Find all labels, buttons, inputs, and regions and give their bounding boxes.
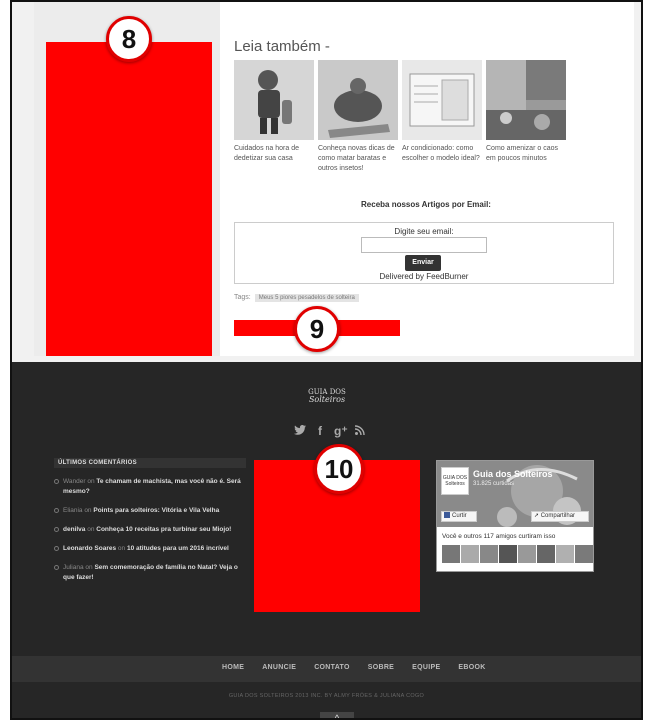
logo-line2: Solteiros (308, 395, 346, 404)
comment-sep: on (116, 545, 127, 552)
nav-contato[interactable]: CONTATO (314, 664, 350, 671)
comment-item: denilva on Conheça 10 receitas pra turbi… (54, 525, 246, 535)
rss-icon[interactable] (354, 424, 366, 438)
comment-author: denilva (63, 526, 86, 533)
friend-avatar[interactable] (442, 545, 460, 563)
comment-author: Eliania (63, 507, 83, 514)
marker-9: 9 (294, 306, 340, 352)
comment-bullet-icon (54, 565, 59, 570)
comment-author: Juliana (63, 564, 84, 571)
email-field[interactable] (361, 237, 487, 253)
related-caption[interactable]: Conheça novas dicas de como matar barata… (318, 144, 398, 174)
related-item[interactable]: Ar condicionado: como escolher o modelo … (402, 60, 482, 164)
related-thumb-air-conditioner[interactable] (402, 60, 482, 140)
like-label: Curtir (452, 513, 467, 519)
subscribe-title: Receba nossos Artigos por Email: (361, 200, 491, 209)
related-item[interactable]: Cuidados na hora de dedetizar sua casa (234, 60, 314, 164)
feedburner-link[interactable]: FeedBurner (426, 272, 468, 281)
footer-credits: GUIA DOS SOLTEIROS 2013 INC. BY ALMY FRÓ… (228, 693, 425, 699)
tag-chip[interactable]: Meus 5 piores pesadelos de solteira (254, 294, 359, 302)
related-thumb-exterminator[interactable] (234, 60, 314, 140)
comment-item: Eliania on Points para solteiros: Vitóri… (54, 506, 246, 516)
comment-bullet-icon (54, 508, 59, 513)
comment-sep: on (85, 478, 97, 485)
comment-bullet-icon (54, 527, 59, 532)
facebook-friend-avatars (442, 545, 593, 563)
comment-item: Leonardo Soares on 10 atitudes para um 2… (54, 544, 246, 554)
page-frame: 8 Leia também - Cuidados na hora de dede… (10, 0, 643, 720)
friend-avatar[interactable] (461, 545, 479, 563)
social-links: f g⁺ (294, 424, 366, 438)
comment-author: Leonardo Soares (63, 545, 117, 552)
twitter-icon[interactable] (294, 424, 306, 438)
comment-sep: on (83, 564, 95, 571)
footer-nav: HOME ANUNCIE CONTATO SOBRE EQUIPE EBOOK (12, 656, 641, 682)
nav-ebook[interactable]: EBOOK (458, 664, 485, 671)
email-label: Digite seu email: (394, 227, 454, 236)
recent-comments: ÚLTIMOS COMENTÁRIOS Wander on Te chamam … (54, 458, 246, 583)
facebook-friends-text: Você e outros 117 amigos curtiram isso (442, 533, 556, 540)
nav-equipe[interactable]: EQUIPE (412, 664, 440, 671)
site-footer: GUIA DOS Solteiros f g⁺ ÚLTIMOS COMENTÁR… (12, 362, 641, 718)
back-to-top-button[interactable]: ^ (320, 712, 354, 718)
friend-avatar[interactable] (575, 545, 593, 563)
facebook-widget: GUIA DOS Solteiros Guia dos Solteiros 31… (436, 460, 594, 572)
nav-home[interactable]: HOME (222, 664, 244, 671)
share-label: Compartilhar (540, 513, 576, 519)
related-thumb-cockroach[interactable] (318, 60, 398, 140)
facebook-icon[interactable]: f (314, 424, 326, 438)
related-thumb-messy-room[interactable] (486, 60, 566, 140)
nav-anuncie[interactable]: ANUNCIE (262, 664, 296, 671)
related-caption[interactable]: Ar condicionado: como escolher o modelo … (402, 144, 482, 164)
facebook-share-button[interactable]: ➚ Compartilhar (531, 511, 589, 522)
comment-sep: on (82, 507, 94, 514)
comment-bullet-icon (54, 546, 59, 551)
facebook-page-name[interactable]: Guia dos Solteiros (473, 469, 553, 479)
marker-10: 10 (314, 444, 364, 494)
tags-row: Tags: Meus 5 piores pesadelos de solteira (234, 294, 359, 302)
delivered-prefix: Delivered by (379, 272, 427, 281)
nav-sobre[interactable]: SOBRE (368, 664, 394, 671)
facebook-like-button[interactable]: Curtir (441, 511, 477, 522)
related-caption[interactable]: Como amenizar o caos em poucos minutos (486, 144, 566, 164)
friend-avatar[interactable] (518, 545, 536, 563)
comment-post-link[interactable]: 10 atitudes para um 2016 incrível (127, 545, 229, 552)
article-area: 8 Leia também - Cuidados na hora de dede… (12, 2, 641, 362)
share-icon: ➚ (534, 513, 540, 519)
comment-item: Wander on Te chamam de machista, mas voc… (54, 477, 246, 497)
friend-avatar[interactable] (537, 545, 555, 563)
friend-avatar[interactable] (499, 545, 517, 563)
comment-author: Wander (63, 478, 86, 485)
ad-block-8[interactable] (46, 42, 212, 356)
related-item[interactable]: Como amenizar o caos em poucos minutos (486, 60, 566, 164)
related-caption[interactable]: Cuidados na hora de dedetizar sua casa (234, 144, 314, 164)
facebook-cover[interactable]: GUIA DOS Solteiros Guia dos Solteiros 31… (437, 461, 593, 527)
facebook-avatar[interactable]: GUIA DOS Solteiros (441, 467, 469, 495)
footer-logo[interactable]: GUIA DOS Solteiros (307, 388, 347, 404)
comment-sep: on (85, 526, 97, 533)
marker-8: 8 (106, 16, 152, 62)
comment-post-link[interactable]: Points para solteiros: Vitória e Vila Ve… (93, 507, 219, 514)
friend-avatar[interactable] (556, 545, 574, 563)
like-icon (444, 512, 450, 519)
friend-avatar[interactable] (480, 545, 498, 563)
google-plus-icon[interactable]: g⁺ (334, 424, 348, 438)
tags-label: Tags: (234, 294, 251, 301)
facebook-likes: 31.825 curtidas (473, 481, 515, 487)
comment-bullet-icon (54, 479, 59, 484)
subscribe-form: Digite seu email: Enviar Delivered by Fe… (234, 222, 614, 284)
delivered-by: Delivered by FeedBurner (235, 272, 613, 281)
related-item[interactable]: Conheça novas dicas de como matar barata… (318, 60, 398, 174)
comment-item: Juliana on Sem comemoração de família no… (54, 563, 246, 583)
nav-items: HOME ANUNCIE CONTATO SOBRE EQUIPE EBOOK (222, 664, 486, 671)
comments-title: ÚLTIMOS COMENTÁRIOS (54, 458, 246, 468)
comment-post-link[interactable]: Conheça 10 receitas pra turbinar seu Mio… (96, 526, 231, 533)
related-title: Leia também - (234, 38, 330, 55)
submit-button[interactable]: Enviar (405, 255, 441, 271)
